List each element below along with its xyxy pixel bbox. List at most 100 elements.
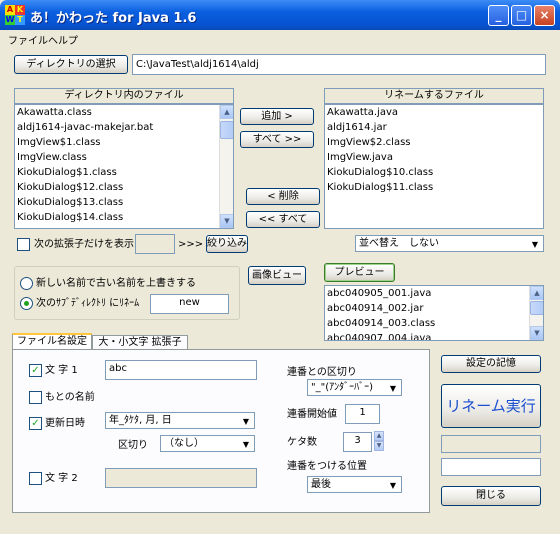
list-item[interactable]: abc040914_002.jar: [325, 301, 543, 316]
filter-button[interactable]: 絞り込み: [206, 235, 248, 253]
list-item[interactable]: KiokuDialog$1.class: [15, 165, 233, 180]
sort-select[interactable]: 並べ替え しない ▼: [355, 235, 544, 252]
seq-start-field[interactable]: 1: [345, 404, 380, 424]
digits-spinner[interactable]: ▲ ▼: [374, 431, 384, 451]
datetime-format-value: 年_ﾀｹﾀ, 月, 日: [109, 415, 172, 426]
source-list-header: ディレクトリ内のファイル: [14, 88, 234, 104]
app-icon-letter: K: [15, 5, 25, 15]
separator-label: 区切り: [118, 440, 148, 451]
add-button[interactable]: 追加 >: [240, 108, 314, 125]
list-item[interactable]: Akawatta.java: [325, 105, 543, 120]
original-name-label: もとの名前: [45, 392, 95, 403]
source-file-list[interactable]: Akawatta.class aldj1614-javac-makejar.ba…: [14, 104, 234, 229]
status-field: [441, 435, 541, 453]
seq-position-label: 連番をつける位置: [287, 461, 367, 472]
extension-filter-input[interactable]: [135, 234, 175, 254]
maximize-button[interactable]: □: [511, 5, 532, 26]
text2-field[interactable]: [105, 468, 257, 488]
text1-checkbox[interactable]: ✓: [29, 364, 42, 377]
seq-separator-value: "_"(ｱﾝﾀﾞｰﾊﾞｰ): [311, 382, 374, 393]
sort-select-value: 並べ替え しない: [359, 238, 439, 249]
separator-value: （なし）: [164, 438, 204, 449]
subdir-label: 次のｻﾌﾞﾃﾞｨﾚｸﾄﾘ にﾘﾈｰﾑ: [36, 298, 140, 309]
tab-filename-settings[interactable]: ファイル名設定: [12, 333, 92, 350]
select-directory-button[interactable]: ディレクトリの選択: [14, 55, 128, 74]
list-item[interactable]: aldj1614-javac-makejar.bat: [15, 120, 233, 135]
source-list-scrollbar[interactable]: ▲ ▼: [219, 105, 233, 228]
chevron-down-icon[interactable]: ▼: [386, 381, 400, 395]
preview-list-scrollbar[interactable]: ▲ ▼: [529, 286, 543, 340]
subdir-radio[interactable]: [20, 297, 33, 310]
app-icon: A K W T: [5, 5, 25, 25]
list-item[interactable]: abc040905_001.java: [325, 286, 543, 301]
scroll-up-icon[interactable]: ▲: [530, 286, 543, 300]
list-item[interactable]: KiokuDialog$13.class: [15, 195, 233, 210]
original-name-checkbox[interactable]: [29, 391, 42, 404]
datetime-format-select[interactable]: 年_ﾀｹﾀ, 月, 日 ▼: [105, 412, 255, 429]
list-item[interactable]: ImgView$1.class: [15, 135, 233, 150]
seq-position-select[interactable]: 最後 ▼: [307, 476, 402, 493]
chevron-down-icon[interactable]: ▼: [239, 437, 253, 451]
target-file-list[interactable]: Akawatta.java aldj1614.jar ImgView$2.cla…: [324, 104, 544, 229]
list-item[interactable]: KiokuDialog$10.class: [325, 165, 543, 180]
chevron-down-icon[interactable]: ▼: [528, 237, 542, 251]
add-all-button[interactable]: すべて >>: [240, 131, 314, 148]
app-icon-letter: A: [5, 5, 15, 15]
rename-execute-button[interactable]: リネーム実行: [441, 384, 541, 428]
list-item[interactable]: KiokuDialog$12.class: [15, 180, 233, 195]
seq-position-value: 最後: [311, 479, 331, 490]
message-field: [441, 458, 541, 476]
close-window-button[interactable]: ×: [534, 5, 555, 26]
directory-path-field[interactable]: C:\JavaTest\aldj1614\aldj: [132, 54, 546, 75]
extension-filter-checkbox[interactable]: [17, 238, 30, 251]
seq-separator-label: 連番との区切り: [287, 367, 357, 378]
overwrite-radio[interactable]: [20, 277, 33, 290]
chevron-down-icon[interactable]: ▼: [386, 478, 400, 492]
digits-label: ケタ数: [287, 437, 317, 448]
spin-down-icon[interactable]: ▼: [374, 441, 384, 451]
text1-label: 文 字 1: [45, 365, 78, 376]
save-settings-button[interactable]: 設定の記憶: [441, 355, 541, 373]
extension-filter-label: 次の拡張子だけを表示: [34, 239, 134, 250]
scroll-down-icon[interactable]: ▼: [530, 326, 543, 340]
preview-button[interactable]: プレビュー: [324, 263, 395, 282]
subdir-name-field[interactable]: new: [150, 294, 229, 314]
digits-field[interactable]: 3: [343, 432, 372, 452]
list-item[interactable]: KiokuDialog$11.class: [325, 180, 543, 195]
scroll-up-icon[interactable]: ▲: [220, 105, 233, 119]
preview-list[interactable]: abc040905_001.java abc040914_002.jar abc…: [324, 285, 544, 341]
spin-up-icon[interactable]: ▲: [374, 431, 384, 441]
list-item[interactable]: ImgView.class: [15, 150, 233, 165]
list-item[interactable]: abc040907_004.java: [325, 331, 543, 340]
list-item[interactable]: abc040914_003.class: [325, 316, 543, 331]
minimize-button[interactable]: _: [488, 5, 509, 26]
filter-arrows: >>>: [178, 239, 204, 250]
chevron-down-icon[interactable]: ▼: [239, 414, 253, 428]
scroll-thumb[interactable]: [530, 301, 543, 315]
text1-field[interactable]: abc: [105, 360, 257, 380]
target-list-header: リネームするファイル: [324, 88, 544, 104]
scroll-thumb[interactable]: [220, 121, 233, 139]
close-button[interactable]: 閉じる: [441, 486, 541, 506]
datetime-checkbox[interactable]: ✓: [29, 417, 42, 430]
remove-all-button[interactable]: << すべて: [246, 211, 320, 228]
list-item[interactable]: ImgView$2.class: [325, 135, 543, 150]
menu-help[interactable]: ヘルプ: [48, 32, 78, 47]
app-icon-letter: T: [15, 15, 25, 25]
text2-checkbox[interactable]: [29, 472, 42, 485]
text2-label: 文 字 2: [45, 473, 78, 484]
remove-button[interactable]: < 削除: [246, 188, 320, 205]
tab-case-extension[interactable]: 大・小文字 拡張子: [92, 335, 188, 350]
list-item[interactable]: KiokuDialog$14.class: [15, 210, 233, 225]
separator-select[interactable]: （なし） ▼: [160, 435, 255, 452]
seq-separator-select[interactable]: "_"(ｱﾝﾀﾞｰﾊﾞｰ) ▼: [307, 379, 402, 396]
list-item[interactable]: Akawatta.class: [15, 105, 233, 120]
datetime-label: 更新日時: [45, 418, 85, 429]
app-icon-letter: W: [5, 15, 15, 25]
list-item[interactable]: ImgView.java: [325, 150, 543, 165]
scroll-down-icon[interactable]: ▼: [220, 214, 233, 228]
menu-file[interactable]: ファイル: [8, 32, 48, 47]
window-title: あ！かわった for Java 1.6: [30, 11, 197, 26]
image-view-button[interactable]: 画像ビュー: [248, 266, 306, 285]
list-item[interactable]: aldj1614.jar: [325, 120, 543, 135]
